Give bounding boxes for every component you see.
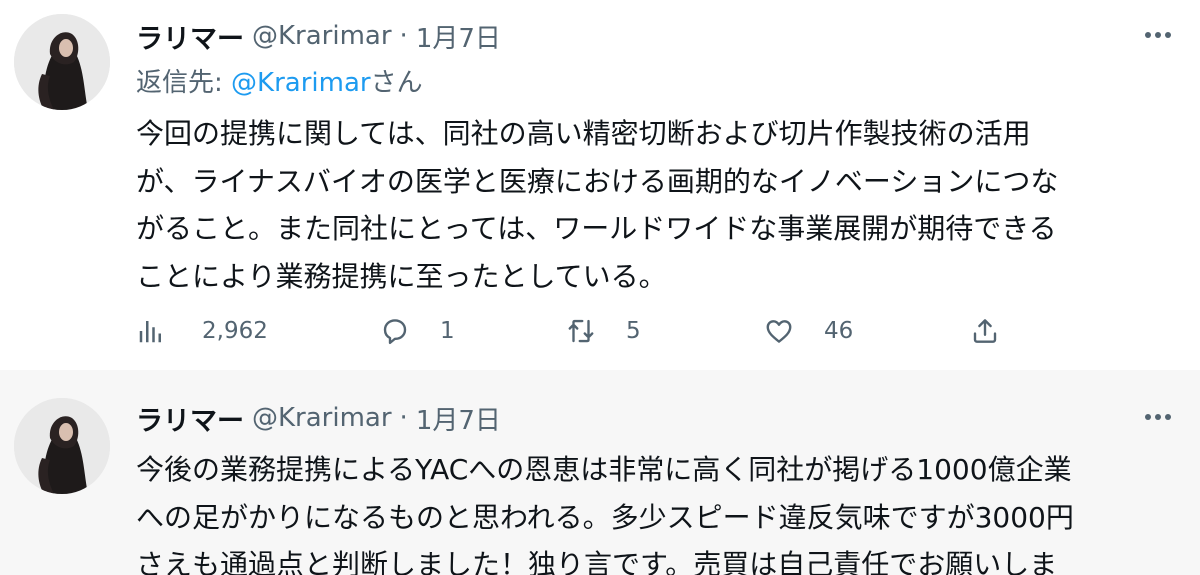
share-button[interactable] — [970, 306, 1000, 356]
retweet-button[interactable]: 5 — [566, 306, 641, 356]
reply-count: 1 — [440, 318, 455, 344]
share-icon — [973, 319, 997, 343]
user-handle[interactable]: @Krarimar — [252, 21, 392, 51]
views-count: 2,962 — [202, 318, 268, 344]
tweet-text: 今後の業務提携によるYACへの恩恵は非常に高く同社が掲げる1000億企業 への足… — [136, 453, 1074, 575]
separator-dot: · — [399, 403, 408, 433]
display-name[interactable]: ラリマー — [136, 17, 244, 56]
tweet-date[interactable]: 1月7日 — [416, 18, 501, 55]
replying-to-mention[interactable]: @Krarimar — [231, 68, 371, 98]
more-horizontal-icon[interactable] — [1138, 20, 1178, 50]
tweet[interactable]: ラリマー @Krarimar · 1月7日 今後の業務提携によるYACへの恩恵は… — [0, 370, 1200, 575]
more-horizontal-icon[interactable] — [1138, 402, 1178, 432]
avatar[interactable] — [14, 14, 110, 110]
avatar[interactable] — [14, 398, 110, 494]
views-button[interactable]: 2,962 — [136, 306, 268, 356]
avatar-photo — [14, 14, 110, 110]
reply-icon — [383, 319, 407, 345]
retweet-count: 5 — [626, 318, 641, 344]
tweet-text: 今回の提携に関しては、同社の高い精密切断および切片作製技術の活用 が、ライナスバ… — [136, 117, 1059, 293]
tweet-header: ラリマー @Krarimar · 1月7日 — [136, 398, 501, 438]
replying-to-prefix: 返信先: — [136, 68, 232, 98]
tweet-header: ラリマー @Krarimar · 1月7日 — [136, 16, 501, 56]
retweet-icon — [568, 319, 594, 343]
separator-dot: · — [399, 21, 408, 51]
replying-to: 返信先: @Krarimarさん — [136, 62, 423, 99]
tweet[interactable]: ラリマー @Krarimar · 1月7日 返信先: @Krarimarさん 今… — [0, 0, 1200, 370]
tweet-date[interactable]: 1月7日 — [416, 400, 501, 437]
like-button[interactable]: 46 — [764, 306, 853, 356]
reply-button[interactable]: 1 — [380, 306, 455, 356]
analytics-icon — [139, 321, 161, 343]
replying-to-suffix: さん — [370, 68, 423, 98]
like-count: 46 — [824, 318, 854, 344]
user-handle[interactable]: @Krarimar — [252, 403, 392, 433]
tweet-actions: 2,962 1 5 46 — [136, 306, 1016, 356]
display-name[interactable]: ラリマー — [136, 399, 244, 438]
avatar-photo — [14, 398, 110, 494]
like-icon — [766, 320, 792, 343]
